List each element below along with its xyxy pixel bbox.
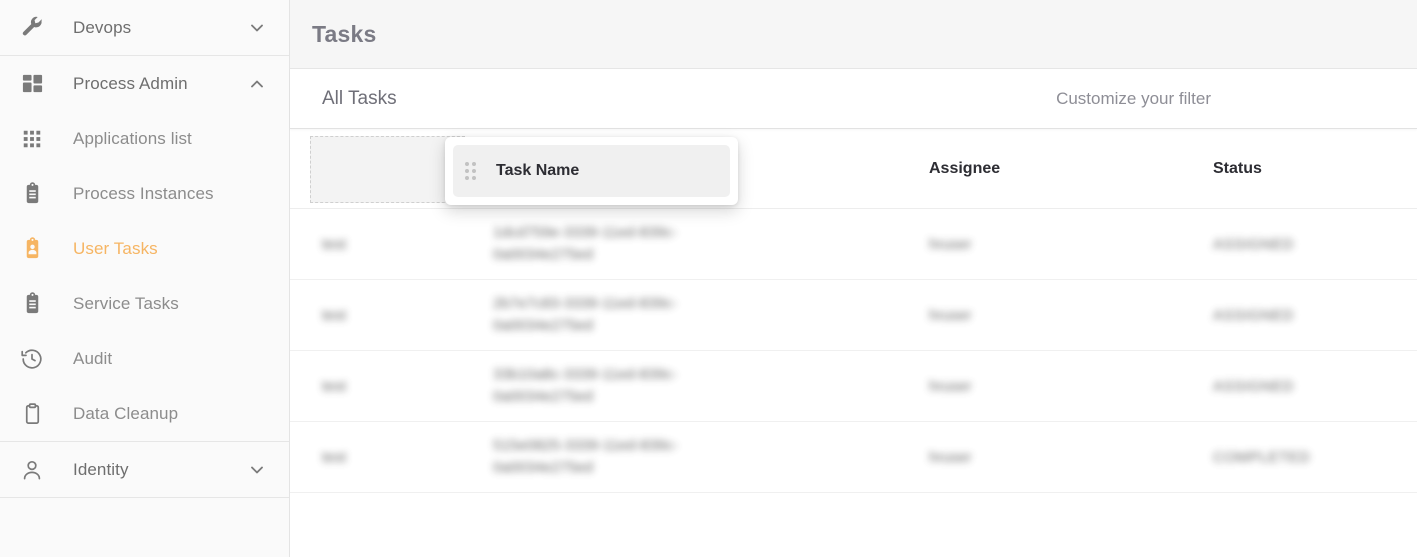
sidebar-item-label: Data Cleanup [73,403,179,423]
cell-name-line2: 0a0034e275ed [493,317,594,334]
clipboard-list-icon [12,292,52,315]
sidebar-item-label: Applications list [73,128,192,148]
user-task-icon [12,237,52,260]
sidebar: Devops Process Admin Applications list P… [0,0,290,557]
cell-name-line2: 0a0034e275ed [493,459,594,476]
cell-status: COMPLETED [1213,448,1310,466]
dragging-column-card[interactable]: Task Name [445,137,738,205]
cell-name: 515e0825-3339-11ed-839c- 0a0034e275ed [465,435,917,479]
cell-name: 33b10a8c-3339-11ed-839c- 0a0034e275ed [465,364,917,408]
cell-name-line2: 0a0034e275ed [493,246,594,263]
cell-name-line1: 1dcd759e-3339-11ed-839c- [493,224,678,241]
sidebar-group-label: Devops [73,17,132,37]
table-row[interactable]: test 2b7e7c83-3339-11ed-839c- 0a0034e275e… [290,280,1417,351]
page-header: Tasks [290,0,1417,69]
filter-title: All Tasks [322,87,397,109]
chevron-down-icon[interactable] [247,460,271,480]
column-header-status[interactable]: Status [1202,129,1417,208]
dragging-column-label: Task Name [496,162,580,179]
cell-assignee: hruser [929,377,972,395]
apps-grid-icon [12,128,52,150]
cell-assignee: hruser [929,235,972,253]
cell-first: test [322,377,347,395]
dragging-column-card-inner: Task Name [453,145,730,197]
sidebar-item-service-tasks[interactable]: Service Tasks [0,276,289,331]
cell-first: test [322,448,347,466]
customize-filter-link[interactable]: Customize your filter [1056,89,1211,109]
chevron-down-icon[interactable] [247,18,271,38]
dashboard-grid-icon [12,72,52,95]
table-row[interactable]: test 1dcd759e-3339-11ed-839c- 0a0034e275e… [290,209,1417,280]
sidebar-group-label: Identity [73,459,129,479]
sidebar-item-label: User Tasks [73,238,158,258]
cell-name: 2b7e7c83-3339-11ed-839c- 0a0034e275ed [465,293,917,337]
sidebar-item-label: Process Instances [73,183,214,203]
cell-status: ASSIGNED [1213,306,1294,324]
filter-bar: All Tasks Customize your filter [290,69,1417,129]
cell-first: test [322,306,347,324]
cell-assignee: hruser [929,448,972,466]
sidebar-item-user-tasks[interactable]: User Tasks [0,221,289,276]
sidebar-group-label: Process Admin [73,73,188,93]
sidebar-divider [0,497,289,498]
cell-assignee: hruser [929,306,972,324]
sidebar-item-audit[interactable]: Audit [0,331,289,386]
clipboard-list-icon [12,182,52,205]
cell-first: test [322,235,347,253]
clipboard-icon [12,402,52,425]
sidebar-item-process-instances[interactable]: Process Instances [0,166,289,221]
table-row[interactable]: test 33b10a8c-3339-11ed-839c- 0a0034e275e… [290,351,1417,422]
app-root: Devops Process Admin Applications list P… [0,0,1417,557]
sidebar-item-label: Service Tasks [73,293,179,313]
table-row[interactable]: test 515e0825-3339-11ed-839c- 0a0034e275e… [290,422,1417,493]
chevron-up-icon[interactable] [247,74,271,94]
history-clock-icon [12,347,52,371]
wrench-icon [12,15,52,40]
cell-name-line1: 515e0825-3339-11ed-839c- [493,437,678,454]
cell-name-line2: 0a0034e275ed [493,388,594,405]
page-title: Tasks [312,20,377,47]
person-icon [12,458,52,482]
cell-status: ASSIGNED [1213,377,1294,395]
cell-status: ASSIGNED [1213,235,1294,253]
sidebar-group-devops[interactable]: Devops [0,0,289,55]
sidebar-item-label: Audit [73,348,113,368]
column-drop-placeholder[interactable] [310,136,465,203]
drag-handle-dots-icon[interactable] [465,162,476,180]
cell-name: 1dcd759e-3339-11ed-839c- 0a0034e275ed [465,222,917,266]
sidebar-group-process-admin[interactable]: Process Admin [0,56,289,111]
sidebar-item-applications-list[interactable]: Applications list [0,111,289,166]
cell-name-line1: 33b10a8c-3339-11ed-839c- [493,366,678,383]
column-header-assignee[interactable]: Assignee [917,129,1202,208]
sidebar-item-data-cleanup[interactable]: Data Cleanup [0,386,289,441]
main-content: Tasks All Tasks Customize your filter As… [290,0,1417,557]
cell-name-line1: 2b7e7c83-3339-11ed-839c- [493,295,678,312]
sidebar-group-identity[interactable]: Identity [0,442,289,497]
